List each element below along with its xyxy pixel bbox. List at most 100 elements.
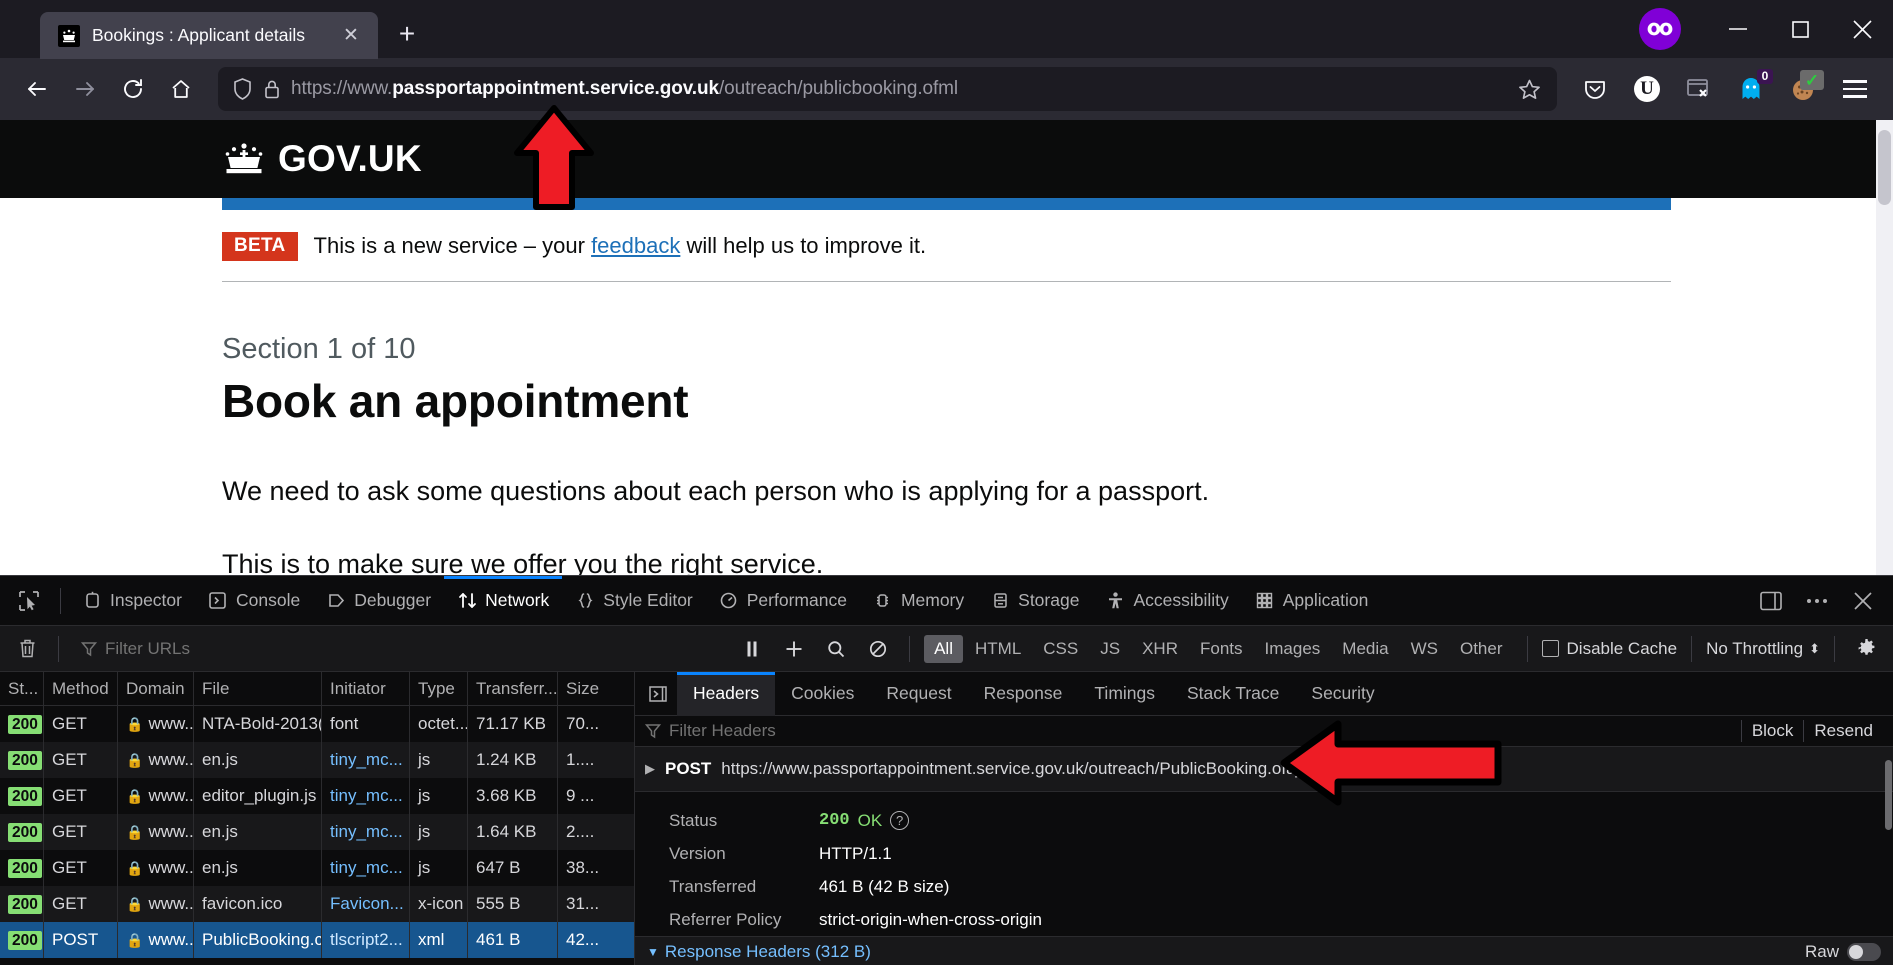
table-row[interactable]: 200 GET 🔒 www... editor_plugin.js tiny_mc... j… [0, 778, 634, 814]
ghostery-icon[interactable]: 0 [1727, 66, 1775, 112]
star-icon[interactable] [1511, 71, 1547, 107]
tab-inspector[interactable]: Inspector [69, 576, 195, 626]
expand-pane-icon[interactable] [639, 672, 677, 716]
url-text[interactable]: https://www.passportappointment.service.… [291, 78, 1501, 100]
tab-style-editor[interactable]: Style Editor [562, 576, 705, 626]
meatball-menu-icon[interactable] [1797, 581, 1837, 621]
maximize-button[interactable] [1769, 0, 1831, 58]
filter-urls-field[interactable] [73, 634, 553, 664]
pause-icon[interactable] [735, 632, 769, 666]
plus-icon[interactable] [777, 632, 811, 666]
detail-tab-stack-trace[interactable]: Stack Trace [1171, 672, 1295, 716]
ublock-origin-icon[interactable]: U [1623, 66, 1671, 112]
tab-performance[interactable]: Performance [706, 576, 860, 626]
new-tab-button[interactable]: + [390, 17, 424, 51]
close-devtools-icon[interactable] [1843, 581, 1883, 621]
type-filter-all[interactable]: All [924, 634, 963, 663]
raw-switch[interactable] [1847, 942, 1881, 961]
resend-button[interactable]: Resend [1804, 721, 1883, 741]
detail-tab-security[interactable]: Security [1295, 672, 1390, 716]
type-filter-xhr[interactable]: XHR [1132, 635, 1188, 663]
tab-memory[interactable]: Memory [860, 576, 977, 626]
feedback-link[interactable]: feedback [591, 233, 680, 258]
detail-scrollbar-thumb[interactable] [1885, 760, 1892, 830]
type-filter-other[interactable]: Other [1450, 635, 1513, 663]
detail-tab-response[interactable]: Response [968, 672, 1079, 716]
response-headers-toggle[interactable]: ▼ Response Headers (312 B) [647, 942, 871, 962]
tab-network[interactable]: Network [444, 575, 563, 626]
type-filter-media[interactable]: Media [1332, 635, 1398, 663]
type-filter-css[interactable]: CSS [1033, 635, 1088, 663]
detail-tab-cookies[interactable]: Cookies [775, 672, 870, 716]
block-button[interactable]: Block [1742, 721, 1804, 741]
cookie-autodelete-icon[interactable]: ✓ [1779, 66, 1827, 112]
initiator-text[interactable]: tlscript2... [330, 930, 403, 950]
minimize-button[interactable] [1707, 0, 1769, 58]
table-row[interactable]: 200 GET 🔒 www... en.js tiny_mc... js 647 B 38... [0, 850, 634, 886]
pocket-icon[interactable] [1571, 66, 1619, 112]
column-header-file[interactable]: File [194, 672, 322, 705]
no-entry-icon[interactable] [861, 632, 895, 666]
address-bar[interactable]: https://www.passportappointment.service.… [218, 67, 1557, 111]
page-scrollbar-thumb[interactable] [1878, 130, 1891, 205]
question-mark-icon[interactable]: ? [890, 811, 910, 831]
govuk-logo[interactable]: GOV.UK [222, 138, 422, 180]
type-filter-js[interactable]: JS [1090, 635, 1130, 663]
filter-urls-input[interactable] [105, 638, 545, 659]
phase-text-after: will help us to improve it. [680, 233, 927, 259]
back-arrow-icon[interactable] [14, 66, 60, 112]
tab-storage[interactable]: Storage [977, 576, 1092, 626]
magnifier-icon[interactable] [819, 632, 853, 666]
disable-cache-checkbox[interactable]: Disable Cache [1541, 639, 1677, 659]
raw-toggle[interactable]: Raw [1805, 942, 1881, 962]
request-url-row[interactable]: ▶ POST https://www.passportappointment.s… [635, 747, 1893, 793]
browser-tab[interactable]: Bookings : Applicant details ✕ [40, 12, 378, 59]
element-picker-icon[interactable] [6, 576, 52, 626]
cell-method: GET [44, 886, 118, 922]
gear-icon[interactable] [1849, 632, 1883, 666]
initiator-text[interactable]: tiny_mc... [330, 822, 403, 842]
initiator-text[interactable]: tiny_mc... [330, 858, 403, 878]
column-header-status[interactable]: St... [0, 672, 44, 705]
type-filter-images[interactable]: Images [1255, 635, 1331, 663]
tab-console[interactable]: Console [195, 576, 313, 626]
column-header-method[interactable]: Method [44, 672, 118, 705]
window-close-extension-icon[interactable] [1675, 66, 1723, 112]
close-icon[interactable]: ✕ [338, 23, 364, 49]
forward-arrow-icon[interactable] [62, 66, 108, 112]
tab-accessibility[interactable]: Accessibility [1092, 576, 1241, 626]
private-browsing-mask-icon[interactable] [1639, 8, 1681, 50]
close-window-button[interactable] [1831, 0, 1893, 58]
column-header-domain[interactable]: Domain [118, 672, 194, 705]
detail-tab-timings[interactable]: Timings [1078, 672, 1171, 716]
throttling-select[interactable]: No Throttling ⬍ [1706, 639, 1820, 659]
tab-application[interactable]: Application [1242, 576, 1382, 626]
column-header-transferred[interactable]: Transferr... [468, 672, 558, 705]
type-filter-fonts[interactable]: Fonts [1190, 635, 1253, 663]
initiator-text[interactable]: Favicon... [330, 894, 404, 914]
trash-can-icon[interactable] [10, 632, 44, 666]
hamburger-menu-icon[interactable] [1831, 66, 1879, 112]
table-row[interactable]: 200 GET 🔒 www... favicon.ico Favicon... x-icon… [0, 886, 634, 922]
table-row[interactable]: 200 GET 🔒 www... en.js tiny_mc... js 1.64 KB 2..… [0, 814, 634, 850]
tab-debugger[interactable]: Debugger [313, 576, 444, 626]
detail-tab-request[interactable]: Request [870, 672, 967, 716]
table-row[interactable]: 200 POST 🔒 www... PublicBooking.c tlscript2..… [0, 922, 634, 958]
table-row[interactable]: 200 GET 🔒 www... NTA-Bold-2013(font octet... 7… [0, 706, 634, 742]
column-header-initiator[interactable]: Initiator [322, 672, 410, 705]
accessibility-icon [1105, 591, 1125, 611]
column-header-size[interactable]: Size [558, 672, 634, 705]
type-filter-html[interactable]: HTML [965, 635, 1031, 663]
column-header-type[interactable]: Type [410, 672, 468, 705]
initiator-text[interactable]: tiny_mc... [330, 750, 403, 770]
table-row[interactable]: 200 GET 🔒 www... en.js tiny_mc... js 1.24 KB 1..… [0, 742, 634, 778]
detail-tab-headers[interactable]: Headers [677, 671, 776, 716]
initiator-text[interactable]: tiny_mc... [330, 786, 403, 806]
home-icon[interactable] [158, 66, 204, 112]
chevron-right-icon[interactable]: ▶ [645, 761, 655, 777]
type-filter-ws[interactable]: WS [1401, 635, 1448, 663]
reload-icon[interactable] [110, 66, 156, 112]
response-headers-bar[interactable]: ▼ Response Headers (312 B) Raw [635, 936, 1893, 965]
filter-headers-input[interactable] [669, 721, 1733, 742]
dock-layout-icon[interactable] [1751, 581, 1791, 621]
